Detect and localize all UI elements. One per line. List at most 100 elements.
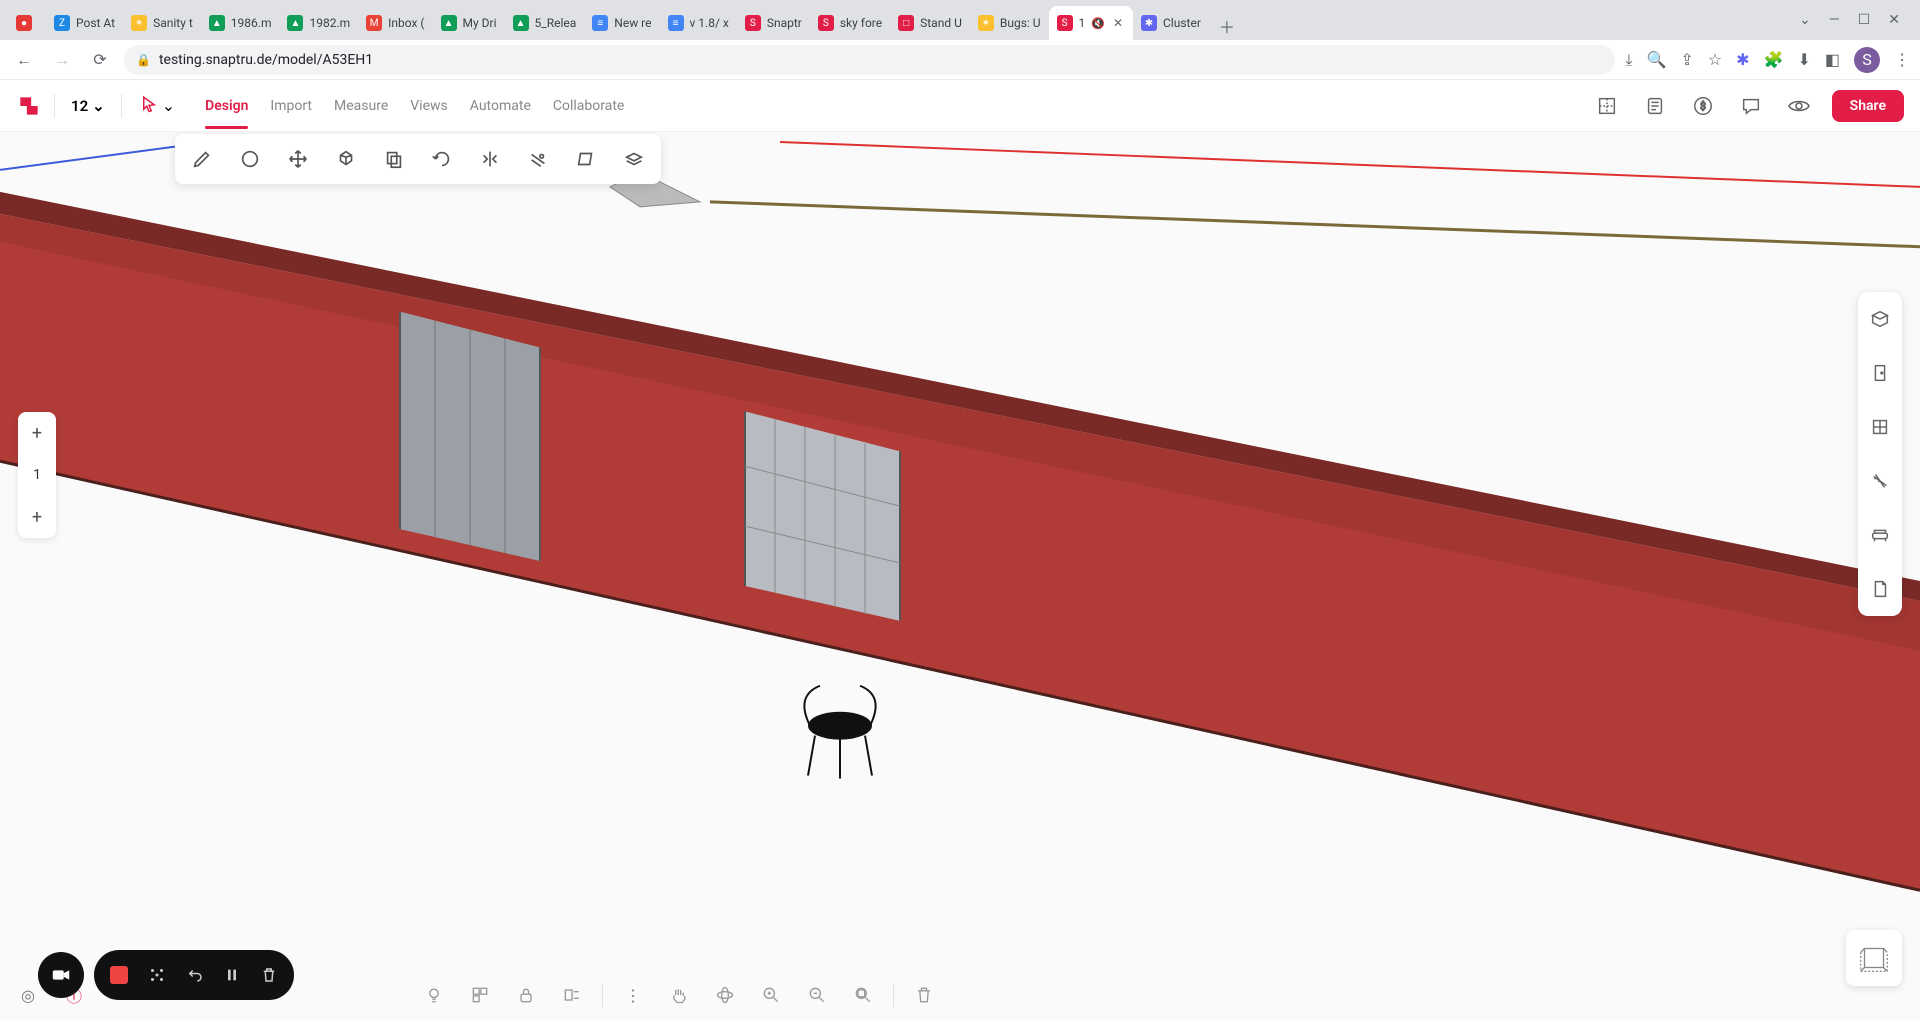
extension-1-icon[interactable]: ✱ xyxy=(1736,50,1749,69)
sidepanel-icon[interactable]: ◧ xyxy=(1825,50,1840,69)
mode-tab-views[interactable]: Views xyxy=(410,84,448,128)
favicon: M xyxy=(366,15,382,31)
tabs-dropdown-icon[interactable]: ⌄ xyxy=(1799,12,1811,28)
view-cube[interactable] xyxy=(1846,930,1902,986)
favicon: S xyxy=(745,15,761,31)
dimension-icon[interactable] xyxy=(1863,464,1897,498)
zoom-icon[interactable]: 🔍 xyxy=(1646,50,1666,69)
light-icon[interactable] xyxy=(418,979,450,1011)
tab-label: Cluster xyxy=(1163,16,1201,30)
recorder-pause-button[interactable] xyxy=(224,967,240,983)
install-app-icon[interactable]: ⤓ xyxy=(1625,50,1632,70)
browser-tab[interactable]: ▲My Dri xyxy=(433,6,505,40)
level-selector[interactable]: 12 ⌄ xyxy=(67,97,109,115)
group-icon[interactable] xyxy=(464,979,496,1011)
add-floor-below-button[interactable]: + xyxy=(18,496,56,538)
favicon: ● xyxy=(16,15,32,31)
schedule-panel-button[interactable] xyxy=(1640,91,1670,121)
comments-panel-button[interactable] xyxy=(1736,91,1766,121)
downloads-icon[interactable]: ⬇ xyxy=(1797,50,1810,69)
move-icon[interactable] xyxy=(281,142,315,176)
zoom-in-icon[interactable] xyxy=(755,979,787,1011)
cursor-tool-selector[interactable]: ⌄ xyxy=(134,95,181,117)
visibility-button[interactable] xyxy=(1784,91,1814,121)
recorder-draw-button[interactable] xyxy=(148,966,166,984)
extrude-icon[interactable] xyxy=(617,142,651,176)
circle-icon[interactable] xyxy=(233,142,267,176)
browser-tab[interactable]: ✱Cluster xyxy=(1133,6,1209,40)
tab-label: My Dri xyxy=(463,16,497,30)
browser-tab[interactable]: ▲1982.m xyxy=(279,6,358,40)
back-button[interactable]: ← xyxy=(10,46,38,74)
browser-tab[interactable]: S1🔇✕ xyxy=(1049,6,1133,40)
profile-avatar[interactable]: S xyxy=(1854,47,1880,73)
browser-tab[interactable]: Ssky fore xyxy=(810,6,890,40)
mode-tab-import[interactable]: Import xyxy=(270,84,312,128)
bookmark-icon[interactable]: ☆ xyxy=(1708,50,1722,69)
window-close-button[interactable]: ✕ xyxy=(1888,12,1900,28)
browser-tab[interactable]: ≡New re xyxy=(584,6,659,40)
forward-button[interactable]: → xyxy=(48,46,76,74)
add-floor-above-button[interactable]: + xyxy=(18,412,56,454)
pencil-icon[interactable] xyxy=(185,142,219,176)
chrome-menu-icon[interactable]: ⋮ xyxy=(1894,50,1910,69)
address-bar[interactable]: 🔒 testing.snaptru.de/model/A53EH1 xyxy=(124,45,1615,75)
extensions-icon[interactable]: 🧩 xyxy=(1764,50,1784,69)
pan-icon[interactable] xyxy=(663,979,695,1011)
sheet-icon[interactable] xyxy=(1863,572,1897,606)
window-maximize-button[interactable]: ☐ xyxy=(1858,12,1871,28)
copy-icon[interactable] xyxy=(377,142,411,176)
new-tab-button[interactable]: ＋ xyxy=(1213,12,1241,40)
screen-recorder xyxy=(38,950,294,1000)
layers-panel-button[interactable] xyxy=(1592,91,1622,121)
browser-tab[interactable]: ● xyxy=(8,6,46,40)
materials-icon[interactable] xyxy=(1863,302,1897,336)
recorder-camera-button[interactable] xyxy=(38,952,84,998)
right-library-panel xyxy=(1858,292,1902,616)
trash-icon[interactable] xyxy=(908,979,940,1011)
mirror-icon[interactable] xyxy=(473,142,507,176)
browser-tab[interactable]: SSnaptr xyxy=(737,6,810,40)
furniture-icon[interactable] xyxy=(1863,518,1897,552)
unlink-icon[interactable] xyxy=(556,979,588,1011)
tab-label: Bugs: U xyxy=(1000,16,1041,30)
browser-tab[interactable]: ✶Sanity t xyxy=(123,6,201,40)
browser-tab[interactable]: ▲5_Relea xyxy=(505,6,585,40)
door-icon[interactable] xyxy=(1863,356,1897,390)
tab-mute-icon[interactable]: 🔇 xyxy=(1091,17,1105,30)
pushpull-icon[interactable] xyxy=(329,142,363,176)
mode-tab-design[interactable]: Design xyxy=(205,84,248,128)
window-icon[interactable] xyxy=(1863,410,1897,444)
browser-tab[interactable]: ZPost At xyxy=(46,6,123,40)
recorder-stop-button[interactable] xyxy=(110,966,128,984)
favicon: ▲ xyxy=(209,15,225,31)
share-button[interactable]: Share xyxy=(1832,90,1904,122)
face-icon[interactable] xyxy=(569,142,603,176)
current-floor-label[interactable]: 1 xyxy=(18,454,56,496)
rotate-icon[interactable] xyxy=(425,142,459,176)
recorder-restart-button[interactable] xyxy=(186,966,204,984)
viewport-canvas[interactable]: + 1 + ◎ ⓘ xyxy=(0,132,1920,1020)
tab-close-button[interactable]: ✕ xyxy=(1111,16,1125,30)
window-minimize-button[interactable]: — xyxy=(1829,12,1840,28)
offset-icon[interactable] xyxy=(521,142,555,176)
lock-icon[interactable] xyxy=(510,979,542,1011)
cost-panel-button[interactable]: $ xyxy=(1688,91,1718,121)
zoom-fit-icon[interactable] xyxy=(847,979,879,1011)
browser-tab[interactable]: ≡v 1.8/ x xyxy=(660,6,737,40)
more-icon[interactable]: ⋮ xyxy=(617,979,649,1011)
browser-tab[interactable]: □Stand U xyxy=(890,6,970,40)
mode-tab-measure[interactable]: Measure xyxy=(334,84,388,128)
recorder-delete-button[interactable] xyxy=(260,966,278,984)
mode-tabs: Design Import Measure Views Automate Collabor… xyxy=(205,84,624,128)
mode-tab-automate[interactable]: Automate xyxy=(470,84,531,128)
app-logo[interactable] xyxy=(16,93,42,119)
browser-tab[interactable]: ✶Bugs: U xyxy=(970,6,1049,40)
share-page-icon[interactable]: ⇪ xyxy=(1680,50,1693,69)
orbit-icon[interactable] xyxy=(709,979,741,1011)
zoom-out-icon[interactable] xyxy=(801,979,833,1011)
reload-button[interactable]: ⟳ xyxy=(86,46,114,74)
browser-tab[interactable]: MInbox ( xyxy=(358,6,432,40)
browser-tab[interactable]: ▲1986.m xyxy=(201,6,280,40)
mode-tab-collaborate[interactable]: Collaborate xyxy=(553,84,624,128)
